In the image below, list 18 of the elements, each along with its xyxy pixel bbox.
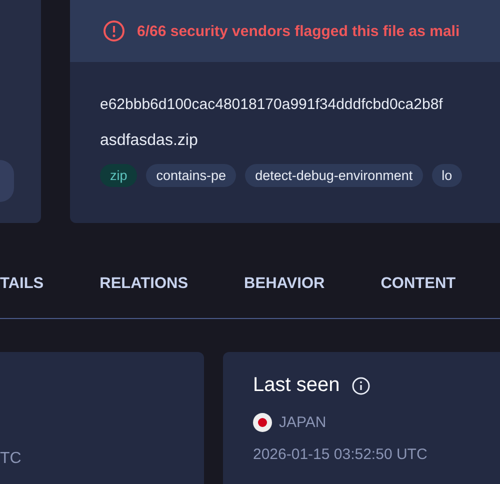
tab[interactable]: TAILS (0, 275, 44, 303)
alert-text: 6/66 security vendors flagged this file as mali (137, 22, 460, 40)
tag[interactable]: lo (432, 164, 462, 187)
tag[interactable]: detect-debug-environment (245, 164, 423, 187)
file-name: asdfasdas.zip (100, 132, 199, 150)
tab[interactable]: BEHAVIOR (244, 275, 325, 303)
tag[interactable]: contains-pe (146, 164, 236, 187)
tag[interactable]: zip (100, 164, 138, 187)
flag-icon (253, 413, 272, 432)
file-hash: e62bbb6d100cac48018170a991f34dddfcbd0ca2b8f (100, 96, 444, 115)
country-name: JAPAN (279, 414, 326, 431)
alert-icon (103, 20, 125, 42)
tab[interactable]: RELATIONS (100, 275, 188, 303)
tab[interactable]: CONTENT (380, 275, 456, 303)
info-icon[interactable] (352, 376, 370, 394)
date-text: 2026-01-15 03:52:50 UTC (253, 446, 428, 463)
date-text: TC (0, 450, 22, 468)
card-title: Last seen (253, 374, 340, 397)
